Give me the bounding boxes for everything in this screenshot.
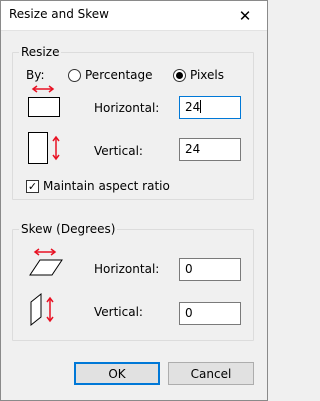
skew-vertical-input[interactable]: 0 bbox=[179, 302, 241, 325]
close-icon[interactable]: ✕ bbox=[222, 0, 268, 31]
pixels-label: Pixels bbox=[190, 68, 225, 82]
cancel-button[interactable]: Cancel bbox=[168, 362, 254, 385]
resize-group-label: Resize bbox=[19, 45, 62, 59]
pixels-radio-button[interactable] bbox=[173, 68, 186, 82]
skew-vertical-label: Vertical: bbox=[94, 305, 143, 319]
ok-button[interactable]: OK bbox=[74, 362, 160, 385]
maintain-aspect-check-icon[interactable]: ✓ bbox=[26, 179, 39, 193]
title-bar: Resize and Skew ✕ bbox=[0, 0, 268, 31]
resize-vertical-value: 24 bbox=[185, 142, 201, 156]
skew-horizontal-value: 0 bbox=[185, 262, 193, 276]
resize-vertical-input[interactable]: 24 bbox=[179, 138, 241, 161]
resize-horizontal-icon bbox=[28, 85, 60, 117]
skew-group-label: Skew (Degrees) bbox=[19, 222, 118, 236]
resize-vertical-icon bbox=[28, 132, 60, 164]
window-title: Resize and Skew bbox=[9, 7, 109, 21]
resize-horizontal-input[interactable]: 24 bbox=[179, 96, 241, 119]
percentage-label: Percentage bbox=[85, 68, 153, 82]
percentage-radio-button[interactable] bbox=[68, 68, 81, 82]
pixels-radio[interactable]: Pixels bbox=[173, 68, 224, 82]
resize-horizontal-label: Horizontal: bbox=[94, 101, 160, 115]
maintain-aspect-label: Maintain aspect ratio bbox=[43, 179, 170, 193]
percentage-radio[interactable]: Percentage bbox=[68, 68, 153, 82]
skew-vertical-value: 0 bbox=[185, 306, 193, 320]
resize-horizontal-value: 24 bbox=[185, 100, 201, 114]
skew-horizontal-label: Horizontal: bbox=[94, 262, 160, 276]
maintain-aspect-checkbox[interactable]: ✓ Maintain aspect ratio bbox=[26, 179, 170, 193]
resize-vertical-label: Vertical: bbox=[94, 144, 143, 158]
skew-vertical-icon bbox=[30, 292, 54, 327]
by-label: By: bbox=[26, 68, 45, 82]
skew-horizontal-icon bbox=[29, 248, 63, 276]
skew-horizontal-input[interactable]: 0 bbox=[179, 258, 241, 281]
text-cursor bbox=[200, 100, 202, 113]
